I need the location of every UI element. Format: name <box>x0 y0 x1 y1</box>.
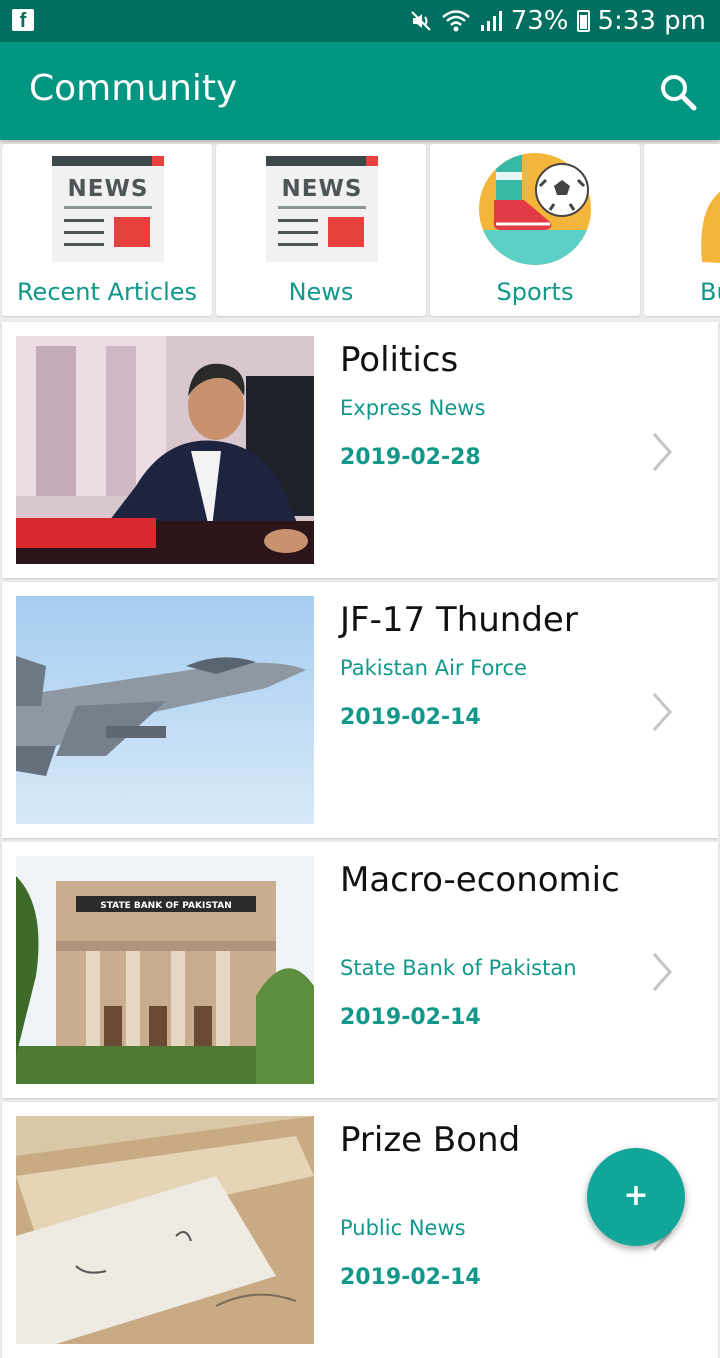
article-title: JF-17 Thunder <box>340 600 578 640</box>
wifi-icon <box>441 10 470 32</box>
article-title: Macro-economic <box>340 860 620 900</box>
article-source: Public News <box>340 1216 466 1240</box>
category-business[interactable]: Bu <box>644 144 720 316</box>
article-image <box>16 336 314 564</box>
article-source: Pakistan Air Force <box>340 656 527 680</box>
search-icon <box>661 75 697 111</box>
signal-icon <box>480 11 502 31</box>
business-icon <box>701 191 720 264</box>
category-recent-articles[interactable]: NEWS Recent Articles <box>2 144 212 316</box>
article-card[interactable]: Politics Express News 2019-02-28 <box>2 322 718 578</box>
status-icons: 73% 5:33 pm <box>409 4 706 38</box>
search-button[interactable] <box>656 70 700 114</box>
status-bar: f 73% 5:33 pm <box>0 0 720 42</box>
article-card[interactable]: STATE BANK OF PAKISTAN Macro-economic St… <box>2 842 718 1098</box>
newspaper-icon: NEWS <box>266 156 378 262</box>
soccer-icon <box>479 153 591 265</box>
facebook-notification-icon: f <box>12 9 34 32</box>
article-title: Politics <box>340 340 459 380</box>
battery-percent: 73% <box>510 6 569 36</box>
chevron-right-icon <box>652 953 673 991</box>
article-date: 2019-02-14 <box>340 1265 481 1290</box>
category-sports[interactable]: Sports <box>430 144 640 316</box>
article-source: State Bank of Pakistan <box>340 956 577 980</box>
article-title: Prize Bond <box>340 1120 521 1160</box>
chevron-right-icon <box>652 433 673 471</box>
article-image <box>16 596 314 824</box>
article-source: Express News <box>340 396 486 420</box>
article-date: 2019-02-14 <box>340 1005 481 1030</box>
mute-icon <box>411 11 431 31</box>
article-image: STATE BANK OF PAKISTAN <box>16 856 314 1084</box>
article-date: 2019-02-14 <box>340 705 481 730</box>
article-image <box>16 1116 314 1344</box>
category-label: News <box>288 278 354 306</box>
article-date: 2019-02-28 <box>340 445 481 470</box>
category-strip[interactable]: NEWS Recent Articles NEWS News Sports B <box>0 140 720 318</box>
clock: 5:33 pm <box>597 6 706 36</box>
building-sign: STATE BANK OF PAKISTAN <box>100 901 231 911</box>
newspaper-icon: NEWS <box>52 156 164 262</box>
category-news[interactable]: NEWS News <box>216 144 426 316</box>
add-button[interactable]: + <box>587 1148 685 1246</box>
battery-icon <box>576 10 590 32</box>
category-label: Sports <box>496 278 574 306</box>
chevron-right-icon <box>652 693 673 731</box>
page-title: Community <box>29 68 238 109</box>
article-card[interactable]: JF-17 Thunder Pakistan Air Force 2019-02… <box>2 582 718 838</box>
app-bar: Community <box>0 42 720 140</box>
category-label: Bu <box>700 278 720 306</box>
category-label: Recent Articles <box>16 278 198 306</box>
